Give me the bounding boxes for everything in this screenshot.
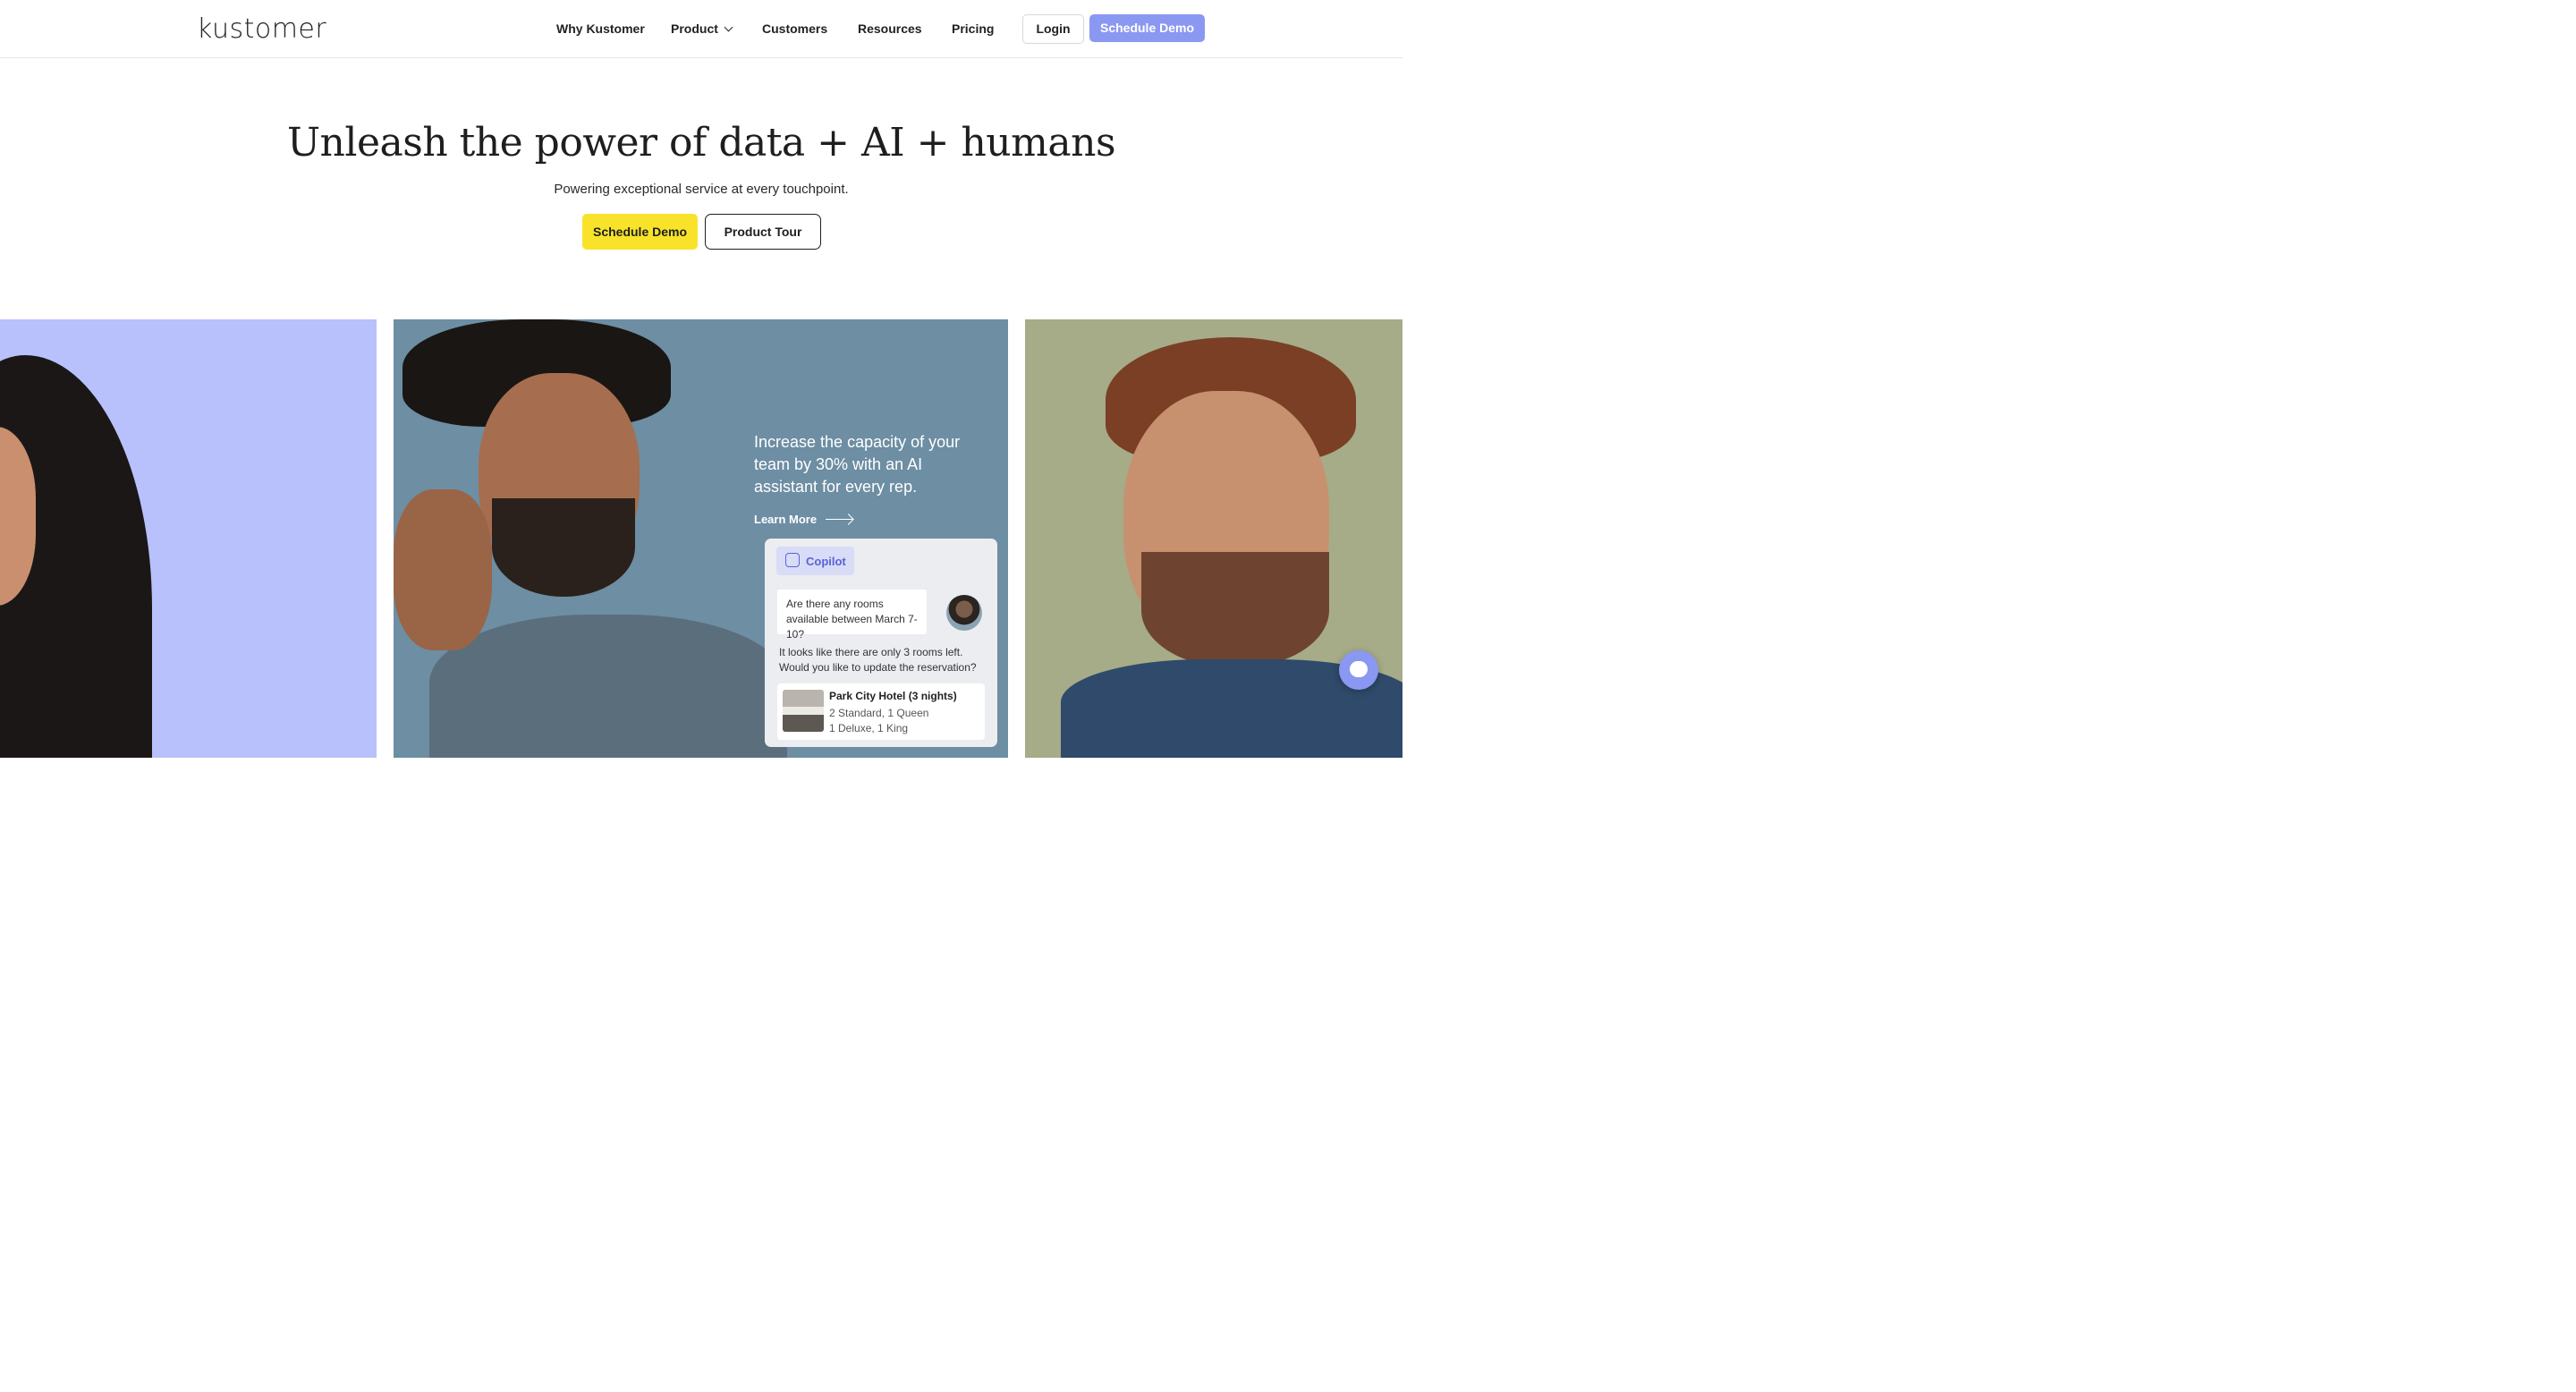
arrow-right-icon [826,519,853,520]
customer-question: Are there any rooms available between Ma… [777,590,927,641]
hotel-name: Park City Hotel (3 nights) [829,690,957,702]
hotel-rooms-2: 1 Deluxe, 1 King [829,722,909,734]
copilot-label: Copilot [806,555,846,568]
product-tour-button[interactable]: Product Tour [705,214,821,250]
nav-customers[interactable]: Customers [762,21,827,36]
learn-more-link[interactable]: Learn More [754,513,853,526]
hero-title: Unleash the power of data + AI + humans [286,120,1116,166]
copilot-answer: It looks like there are only 3 rooms lef… [779,646,977,674]
beard-right [1141,552,1329,668]
hotel-room-image [783,690,824,732]
avatar [946,595,982,631]
chat-widget-button[interactable] [1339,650,1378,690]
copilot-badge: Copilot [776,547,854,575]
agent-beard [492,498,635,597]
promo-text: Increase the capacity of your team by 30… [754,433,961,496]
copilot-card: Copilot Are there any rooms available be… [765,539,997,747]
nav-resources[interactable]: Resources [858,21,922,36]
hero-subtitle: Powering exceptional service at every to… [554,182,849,197]
agent-sweater [429,615,787,758]
nav-pricing[interactable]: Pricing [952,21,994,36]
schedule-demo-button[interactable]: Schedule Demo [582,214,698,250]
nav-product[interactable]: Product [671,21,733,36]
schedule-demo-nav-button[interactable]: Schedule Demo [1089,14,1205,42]
chevron-down-icon [724,22,733,32]
kustomer-logo[interactable]: kustomer [197,13,326,45]
hero-image-left [0,319,377,758]
hotel-rooms-1: 2 Standard, 1 Queen [829,707,929,719]
learn-more-label: Learn More [754,513,818,526]
chat-bubble-icon [1350,661,1368,677]
login-button[interactable]: Login [1022,14,1084,44]
nav-why-kustomer[interactable]: Why Kustomer [556,21,645,36]
nav-product-label: Product [671,21,718,36]
hero-image-right [1025,319,1402,758]
feature-card: Increase the capacity of your team by 30… [394,319,1008,758]
top-nav: kustomer Why Kustomer Product Customers … [0,0,1402,58]
hotel-option[interactable]: Park City Hotel (3 nights) 2 Standard, 1… [777,683,985,740]
copilot-icon [785,553,800,567]
agent-hand [394,489,492,650]
